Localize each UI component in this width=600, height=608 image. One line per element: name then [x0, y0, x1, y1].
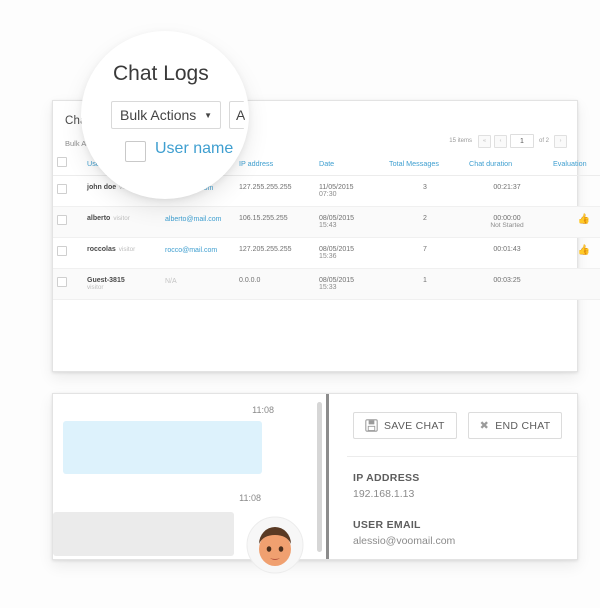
cell-date: 11/05/2015 07:30 [315, 175, 385, 207]
user-role-text: visitor [118, 246, 136, 253]
close-icon: ✖ [479, 420, 490, 432]
username-text: john doe [87, 184, 117, 191]
total-pages-label: of 2 [538, 138, 549, 144]
cell-date: 08/05/2015 15:33 [315, 268, 385, 300]
column-header-date[interactable]: Date [315, 153, 385, 176]
column-header-chat-duration[interactable]: Chat duration [465, 153, 549, 176]
apply-button[interactable]: A [229, 101, 245, 129]
date-text: 08/05/2015 [319, 277, 355, 284]
date-text: 11/05/2015 [319, 184, 354, 191]
email-link[interactable]: alberto@mail.com [165, 216, 222, 223]
message-timestamp: 11:08 [252, 405, 274, 415]
next-page-button[interactable]: › [554, 134, 567, 148]
cell-chat-duration: 00:03:25 [465, 268, 549, 300]
cell-ip: 106.15.255.255 [235, 206, 315, 238]
save-chat-label: SAVE CHAT [384, 419, 445, 432]
user-role-text: visitor [87, 284, 104, 291]
live-chat-panel: 11:08 11:08 SAVE CHAT ✖ END CHAT IP ADDR… [52, 393, 578, 560]
row-checkbox[interactable] [57, 277, 67, 287]
cell-chat-duration: 00:21:37 [465, 175, 549, 207]
time-text: 15:33 [319, 284, 337, 291]
row-checkbox[interactable] [57, 246, 67, 256]
time-text: 15:43 [319, 222, 337, 229]
table-row[interactable]: Guest-3815 visitor N/A 0.0.0.0 08/05/201… [53, 268, 600, 300]
row-checkbox[interactable] [57, 184, 67, 194]
chat-details-sidebar: SAVE CHAT ✖ END CHAT IP ADDRESS 192.168.… [329, 394, 577, 559]
thumbs-up-icon: 👍 [577, 245, 591, 256]
cell-chat-duration: 00:01:43 [465, 237, 549, 269]
thumbs-up-icon: 👍 [577, 214, 591, 225]
end-chat-label: END CHAT [495, 419, 551, 432]
page-number-input[interactable]: 1 [509, 134, 534, 148]
cell-ip: 127.205.255.255 [235, 237, 315, 269]
column-header-total-messages[interactable]: Total Messages [385, 153, 465, 176]
time-text: 15:36 [319, 253, 337, 260]
end-chat-button[interactable]: ✖ END CHAT [467, 412, 563, 439]
cell-ip: 0.0.0.0 [235, 268, 315, 300]
cell-total-messages: 7 [385, 237, 465, 269]
email-link: N/A [165, 278, 177, 285]
chat-scrollbar[interactable] [317, 402, 322, 552]
cell-ip: 127.255.255.255 [235, 175, 315, 207]
floppy-disk-icon [365, 419, 378, 432]
cell-total-messages: 3 [385, 175, 465, 207]
chat-actions: SAVE CHAT ✖ END CHAT [353, 412, 563, 439]
avatar [246, 516, 304, 574]
username-text: Guest-3815 [87, 277, 125, 284]
magnifier-overlay: Chat Logs Bulk Actions ▼ A User name [85, 35, 245, 195]
username-text: roccolas [87, 246, 116, 253]
user-role-text: visitor [113, 215, 130, 222]
cell-username: alberto visitor [83, 206, 161, 238]
prev-page-button[interactable]: ‹ [493, 134, 507, 148]
column-header-select[interactable] [53, 153, 83, 176]
first-page-button[interactable]: « [477, 134, 491, 148]
cell-username: Guest-3815 visitor [83, 268, 161, 300]
user-email-value: alessio@voomail.com [353, 535, 456, 547]
magnified-page-title: Chat Logs [113, 62, 209, 85]
cell-username: roccolas visitor [83, 237, 161, 269]
username-text: alberto [87, 215, 111, 222]
ip-address-label: IP ADDRESS [353, 472, 420, 484]
bulk-actions-select[interactable]: Bulk Actions ▼ [111, 101, 221, 129]
incoming-message-bubble [63, 421, 262, 474]
duration-note: Not Started [490, 222, 524, 229]
outgoing-message-bubble [53, 512, 234, 556]
message-timestamp: 11:08 [239, 493, 261, 503]
magnified-column-header-username[interactable]: User name [155, 140, 233, 158]
user-avatar-icon [246, 516, 304, 574]
cell-chat-duration: 00:00:00 Not Started [465, 206, 549, 238]
select-all-checkbox[interactable] [57, 157, 67, 167]
items-count: 15 items [449, 138, 472, 144]
chevron-down-icon: ▼ [204, 110, 212, 120]
cell-date: 08/05/2015 15:36 [315, 237, 385, 269]
user-email-label: USER EMAIL [353, 519, 421, 531]
cell-total-messages: 2 [385, 206, 465, 238]
column-header-ip[interactable]: IP address [235, 153, 315, 176]
user-email-block: USER EMAIL alessio@voomail.com [353, 519, 455, 547]
cell-date: 08/05/2015 15:43 [315, 206, 385, 238]
pagination: 15 items « ‹ 1 of 2 › [449, 134, 567, 148]
ip-address-block: IP ADDRESS 192.168.1.13 [353, 472, 420, 500]
table-row[interactable]: alberto visitor alberto@mail.com 106.15.2… [53, 206, 600, 238]
save-chat-button[interactable]: SAVE CHAT [353, 412, 457, 439]
table-row[interactable]: roccolas visitor rocco@mail.com 127.205.2… [53, 237, 600, 269]
cell-total-messages: 1 [385, 268, 465, 300]
screenshot-stage: Chat Logs Bulk Actions 15 items « ‹ 1 of… [0, 0, 600, 608]
time-text: 07:30 [319, 191, 337, 198]
date-text: 08/05/2015 [319, 215, 355, 222]
divider-line [347, 456, 577, 457]
column-header-evaluation[interactable]: Evaluation [549, 153, 600, 176]
duration-text: 00:21:37 [493, 184, 521, 191]
bulk-actions-selected-value: Bulk Actions [120, 107, 197, 123]
duration-text: 00:01:43 [493, 246, 521, 253]
ip-address-value: 192.168.1.13 [353, 488, 415, 500]
duration-text: 00:00:00 [493, 215, 521, 222]
duration-text: 00:03:25 [493, 277, 521, 284]
email-link[interactable]: rocco@mail.com [165, 247, 217, 254]
row-checkbox[interactable] [57, 215, 67, 225]
magnified-select-all-checkbox[interactable] [125, 141, 146, 162]
date-text: 08/05/2015 [319, 246, 355, 253]
